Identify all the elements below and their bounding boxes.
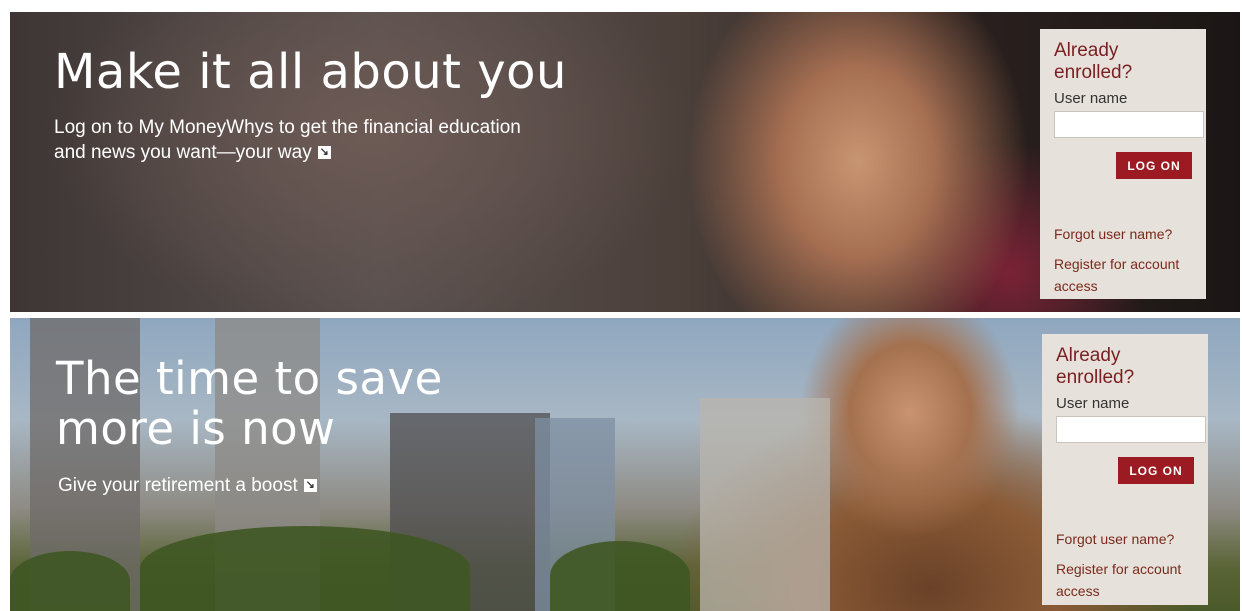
username-input[interactable] [1054,111,1204,138]
username-input[interactable] [1056,416,1206,443]
banner-subline-text: Log on to My MoneyWhys to get the financ… [54,117,521,163]
hero-banner-make-it-about-you: Make it all about you Log on to My Money… [10,12,1240,312]
foliage [550,541,690,611]
forgot-username-link[interactable]: Forgot user name? [1056,528,1194,550]
banner-subline-link[interactable]: Give your retirement a boost ↘ [58,473,317,498]
login-panel: Already enrolled? User name LOG ON Forgo… [1040,29,1206,299]
register-account-link[interactable]: Register for account access [1054,253,1192,297]
login-panel-title: Already enrolled? [1054,40,1133,83]
forgot-username-link[interactable]: Forgot user name? [1054,223,1192,245]
foliage [140,526,470,611]
login-panel-title: Already enrolled? [1056,345,1135,388]
login-panel: Already enrolled? User name LOG ON Forgo… [1042,334,1208,605]
arrow-corner-icon[interactable]: ↘ [303,479,317,493]
background-building [700,398,830,611]
banner-subline-text: Give your retirement a boost [58,475,298,496]
banner-subline-link[interactable]: Log on to My MoneyWhys to get the financ… [54,115,544,165]
username-label: User name [1056,395,1130,412]
banner-headline: Make it all about you [54,44,567,100]
username-label: User name [1054,90,1128,107]
banner-headline: The time to save more is now [56,352,443,455]
arrow-corner-icon[interactable]: ↘ [317,146,331,160]
logon-button[interactable]: LOG ON [1116,152,1192,179]
register-account-link[interactable]: Register for account access [1056,558,1194,602]
logon-button[interactable]: LOG ON [1118,457,1194,484]
foliage [10,551,130,611]
hero-banner-save-more: The time to save more is now Give your r… [10,318,1240,611]
